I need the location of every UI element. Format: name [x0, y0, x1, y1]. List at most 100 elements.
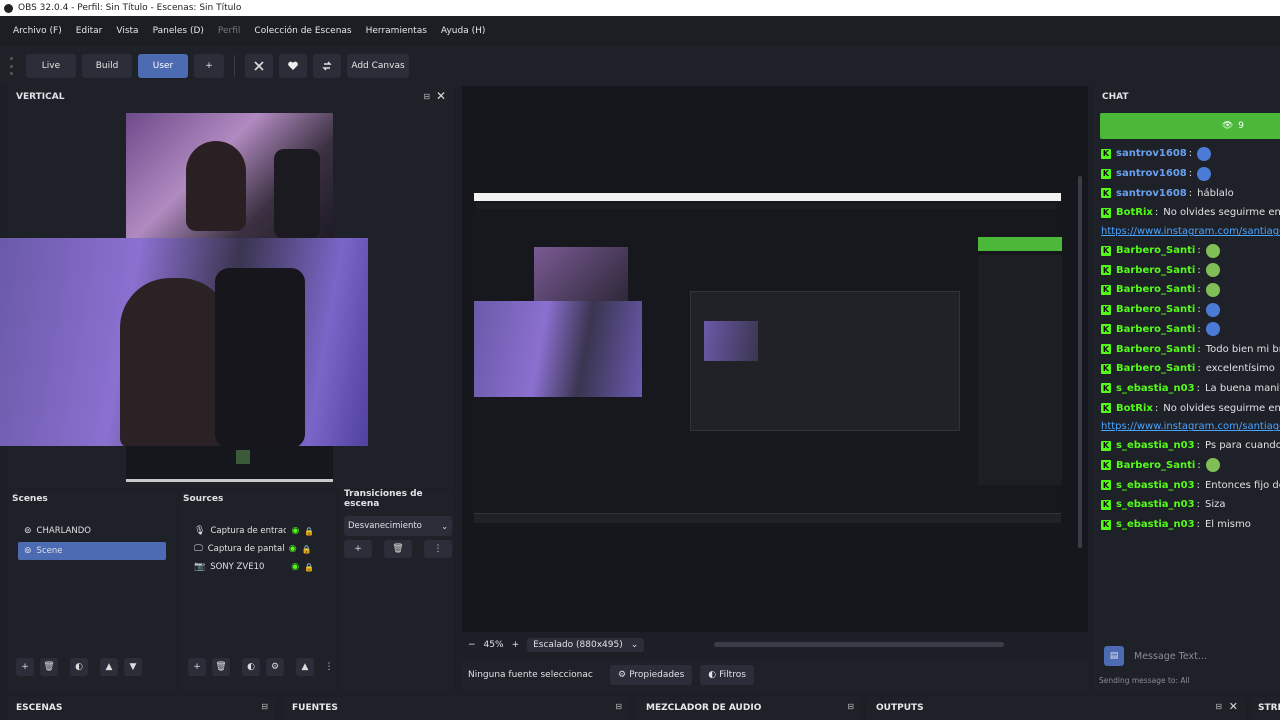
- chat-link[interactable]: https://www.instagram.com/santiagoser: [1097, 418, 1280, 436]
- menu-perfil[interactable]: Perfil: [211, 26, 248, 36]
- chat-username[interactable]: Barbero_Santi: [1116, 284, 1195, 295]
- chat-separator: :: [1154, 402, 1159, 414]
- move-up-icon[interactable]: ▲: [100, 658, 118, 676]
- chat-username[interactable]: s_ebastia_n03: [1116, 440, 1195, 451]
- add-mode-button[interactable]: +: [194, 54, 224, 78]
- preview-horizontal-scrollbar[interactable]: [714, 642, 1004, 647]
- undock-icon[interactable]: ⊟: [423, 92, 430, 101]
- add-scene-icon[interactable]: +: [16, 658, 34, 676]
- user-button[interactable]: User: [138, 54, 188, 78]
- menu-herramientas[interactable]: Herramientas: [359, 26, 434, 36]
- scaling-select[interactable]: Escalado (880x495) ⌄: [527, 638, 645, 652]
- live-button[interactable]: Live: [26, 54, 76, 78]
- scene-item-charlando[interactable]: ⊚ CHARLANDO: [18, 522, 166, 540]
- chat-username[interactable]: BotRix: [1116, 403, 1153, 414]
- delete-transition-icon[interactable]: 🗑: [384, 540, 412, 558]
- chat-username[interactable]: s_ebastia_n03: [1116, 480, 1195, 491]
- chat-username[interactable]: Barbero_Santi: [1116, 304, 1195, 315]
- chat-username[interactable]: Barbero_Santi: [1116, 324, 1195, 335]
- chat-separator: :: [1154, 207, 1159, 219]
- zoom-out-button[interactable]: −: [468, 640, 476, 650]
- chat-text: Siza: [1204, 499, 1226, 511]
- move-up-icon[interactable]: ▲: [296, 658, 314, 676]
- undock-icon[interactable]: ⊟: [847, 702, 854, 711]
- sending-to-label: Sending message to: All: [1099, 676, 1190, 685]
- add-transition-button[interactable]: +: [344, 540, 372, 558]
- menu-paneles[interactable]: Paneles (D): [146, 26, 211, 36]
- swap-button[interactable]: [313, 54, 341, 78]
- source-item-screen-capture[interactable]: 🖵 Captura de pantalla ◉ 🔒: [190, 540, 326, 558]
- delete-scene-icon[interactable]: 🗑: [40, 658, 58, 676]
- kick-badge-icon: K: [1101, 440, 1111, 451]
- chat-username[interactable]: BotRix: [1116, 207, 1153, 218]
- favorite-button[interactable]: [279, 54, 307, 78]
- lock-icon[interactable]: 🔒: [304, 527, 314, 536]
- more-icon[interactable]: ⋮: [320, 658, 338, 676]
- chat-username[interactable]: Barbero_Santi: [1116, 460, 1195, 471]
- visibility-eye-icon[interactable]: ◉: [289, 544, 297, 554]
- scene-filter-icon[interactable]: ◐: [70, 658, 88, 676]
- chat-username[interactable]: santrov1608: [1116, 148, 1187, 159]
- sources-dock: Sources 🎙 Captura de entrada a ◉ 🔒 🖵 Cap…: [180, 490, 336, 690]
- add-source-icon[interactable]: +: [188, 658, 206, 676]
- vertical-webcam-upper[interactable]: [126, 113, 333, 239]
- close-icon[interactable]: ✕: [436, 89, 446, 103]
- close-icon[interactable]: ✕: [1229, 700, 1238, 713]
- menu-ayuda[interactable]: Ayuda (H): [434, 26, 492, 36]
- transition-more-icon[interactable]: ⋮: [424, 540, 452, 558]
- chat-emote-button[interactable]: ▤: [1104, 646, 1124, 666]
- delete-source-icon[interactable]: 🗑: [212, 658, 230, 676]
- main-preview[interactable]: [462, 86, 1088, 632]
- chevron-down-icon: ⌄: [441, 521, 448, 531]
- menu-coleccion[interactable]: Colección de Escenas: [247, 26, 358, 36]
- escenas-title: ESCENAS: [16, 703, 63, 713]
- chat-separator: :: [1197, 304, 1201, 316]
- source-item-audio-capture[interactable]: 🎙 Captura de entrada a ◉ 🔒: [190, 522, 326, 540]
- chat-separator: :: [1196, 382, 1200, 394]
- undock-icon[interactable]: ⊟: [261, 702, 268, 711]
- chat-username[interactable]: s_ebastia_n03: [1116, 499, 1195, 510]
- lock-icon[interactable]: 🔒: [302, 545, 312, 554]
- undock-icon[interactable]: ⊟: [615, 702, 622, 711]
- transition-select[interactable]: Desvanecimiento ⌄: [344, 516, 452, 536]
- chat-username[interactable]: Barbero_Santi: [1116, 265, 1195, 276]
- undock-icon[interactable]: ⊟: [1215, 702, 1222, 711]
- chat-username[interactable]: s_ebastia_n03: [1116, 519, 1195, 530]
- move-down-icon[interactable]: ▼: [124, 658, 142, 676]
- build-button[interactable]: Build: [82, 54, 132, 78]
- filters-button[interactable]: ◐ Filtros: [700, 665, 754, 685]
- zoom-in-button[interactable]: +: [512, 640, 520, 650]
- preview-vertical-scrollbar[interactable]: [1078, 176, 1082, 548]
- chat-username[interactable]: Barbero_Santi: [1116, 245, 1195, 256]
- chat-username[interactable]: santrov1608: [1116, 188, 1187, 199]
- scene-item-scene[interactable]: ⊚ Scene: [18, 542, 166, 560]
- chat-username[interactable]: Barbero_Santi: [1116, 344, 1195, 355]
- chat-link[interactable]: https://www.instagram.com/santiagoser: [1097, 223, 1280, 241]
- vertical-webcam-main[interactable]: [0, 238, 368, 446]
- menu-editar[interactable]: Editar: [69, 26, 110, 36]
- toolbar-grip-icon[interactable]: [10, 57, 16, 75]
- chat-text: No olvides seguirme en mis r: [1163, 207, 1280, 219]
- menu-vista[interactable]: Vista: [109, 26, 145, 36]
- add-canvas-button[interactable]: Add Canvas: [347, 54, 409, 78]
- chat-dock: CHAT 👁 9 Ksantrov1608: Ksantrov1608: Ksant…: [1094, 86, 1280, 692]
- visibility-eye-icon[interactable]: ◉: [291, 562, 299, 572]
- toolbar-separator: [234, 55, 235, 77]
- scenes-controls: + 🗑 ◐ ▲ ▼: [16, 658, 142, 676]
- outputs-dock: OUTPUTS ⊟ ✕: [866, 697, 1246, 720]
- source-settings-icon[interactable]: ⚙: [266, 658, 284, 676]
- chat-separator: :: [1188, 148, 1193, 160]
- menu-archivo[interactable]: Archivo (F): [6, 26, 69, 36]
- lock-icon[interactable]: 🔒: [304, 563, 314, 572]
- visibility-eye-icon[interactable]: ◉: [291, 526, 299, 536]
- source-filter-icon[interactable]: ◐: [242, 658, 260, 676]
- chat-username[interactable]: s_ebastia_n03: [1116, 383, 1195, 394]
- vertical-screen-capture[interactable]: [126, 446, 333, 482]
- viewer-count-bar[interactable]: 👁 9: [1100, 113, 1280, 139]
- tools-button[interactable]: [245, 54, 273, 78]
- chat-username[interactable]: santrov1608: [1116, 168, 1187, 179]
- properties-button[interactable]: ⚙ Propiedades: [610, 665, 693, 685]
- chat-message-input[interactable]: Message Text...: [1130, 646, 1280, 666]
- source-item-sony-camera[interactable]: 📷 SONY ZVE10 ◉ 🔒: [190, 558, 326, 576]
- chat-username[interactable]: Barbero_Santi: [1116, 363, 1195, 374]
